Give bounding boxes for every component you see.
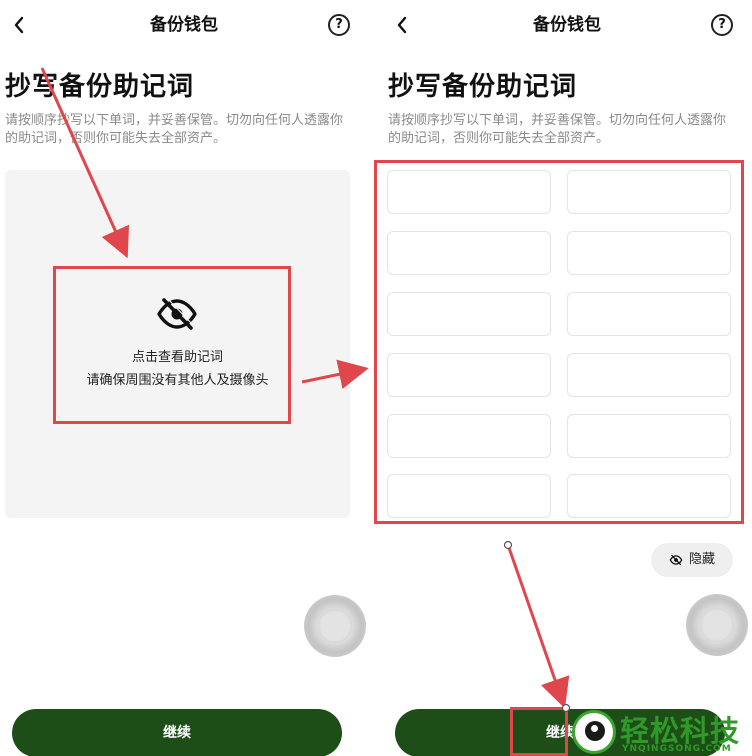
back-button[interactable]	[391, 12, 413, 38]
word-cell	[387, 353, 551, 397]
floating-assistive-button[interactable]	[304, 595, 366, 657]
nav-title: 备份钱包	[533, 15, 601, 35]
word-cell	[387, 231, 551, 275]
hide-mnemonic-button[interactable]: 隐藏	[651, 543, 733, 577]
word-cell	[387, 170, 551, 214]
word-cell	[567, 353, 731, 397]
hide-label: 隐藏	[688, 552, 715, 567]
reveal-hint: 点击查看助记词	[131, 350, 223, 365]
page-description: 请按顺序抄写以下单词，并妥善保管。切勿向任何人透露你的助记词，否则你可能失去全部…	[5, 113, 344, 146]
back-button[interactable]	[8, 12, 30, 38]
eye-slash-icon	[157, 297, 197, 330]
logo-url-text: YNQINGSONG.COM	[622, 744, 732, 754]
page-title: 抄写备份助记词	[5, 72, 195, 102]
page-title: 抄写备份助记词	[388, 72, 578, 102]
word-cell	[567, 474, 731, 518]
nav-title: 备份钱包	[150, 15, 218, 35]
panel-divider	[368, 0, 383, 756]
word-cell	[387, 474, 551, 518]
logo-icon	[572, 710, 616, 754]
word-cell	[387, 292, 551, 336]
left-screen: 备份钱包 ? 抄写备份助记词 请按顺序抄写以下单词，并妥善保管。切勿向任何人透露…	[0, 0, 368, 756]
word-cell	[567, 170, 731, 214]
help-button[interactable]: ?	[328, 14, 350, 36]
chevron-left-icon	[14, 16, 24, 34]
eye-slash-icon	[669, 554, 683, 566]
watermark-logo: 轻松科技 YNQINGSONG.COM	[568, 706, 752, 756]
privacy-warning: 请确保周围没有其他人及摄像头	[86, 373, 269, 388]
word-cell	[567, 292, 731, 336]
word-cell	[567, 231, 731, 275]
continue-button[interactable]: 继续	[12, 709, 342, 756]
page-description: 请按顺序抄写以下单词，并妥善保管。切勿向任何人透露你的助记词，否则你可能失去全部…	[388, 113, 727, 146]
floating-assistive-button[interactable]	[686, 594, 748, 656]
help-button[interactable]: ?	[711, 14, 733, 36]
chevron-left-icon	[397, 16, 407, 34]
reveal-mnemonic-area[interactable]: 点击查看助记词 请确保周围没有其他人及摄像头	[5, 170, 350, 518]
word-cell	[567, 414, 731, 458]
word-cell	[387, 414, 551, 458]
right-screen: 备份钱包 ? 抄写备份助记词 请按顺序抄写以下单词，并妥善保管。切勿向任何人透露…	[383, 0, 751, 756]
